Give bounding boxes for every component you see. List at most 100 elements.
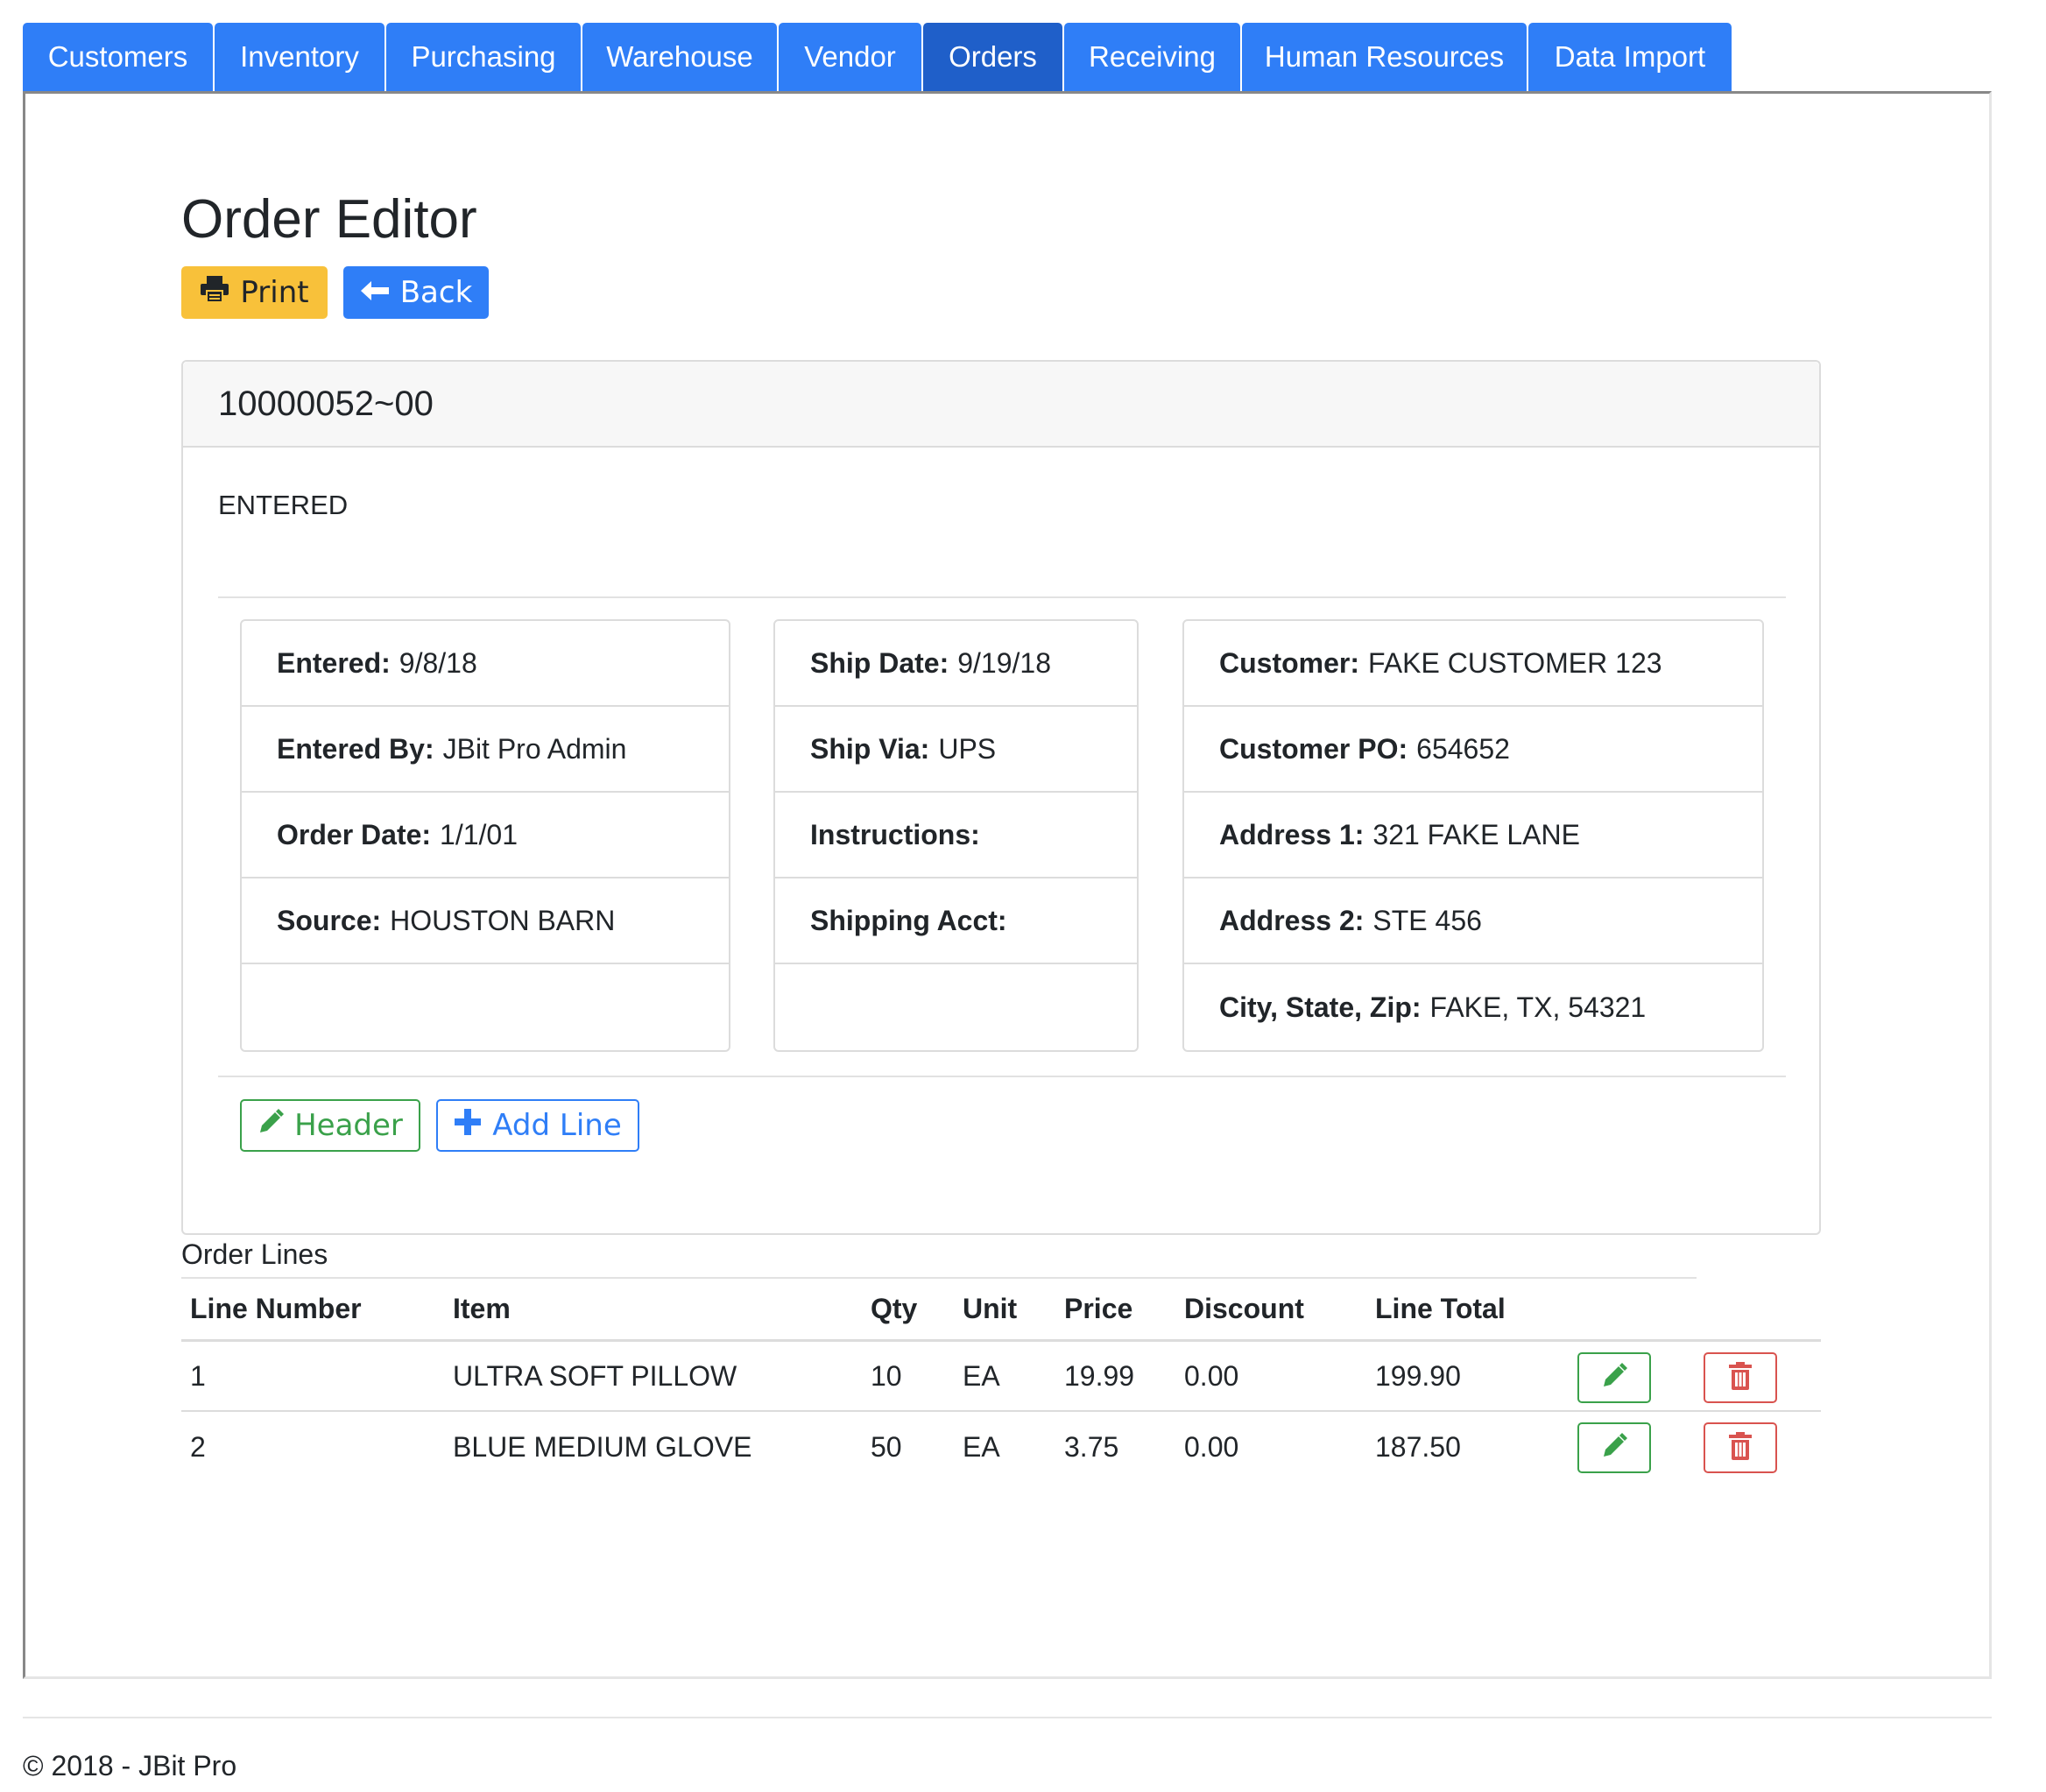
arrow-left-icon [360, 275, 390, 310]
info-empty [775, 964, 1137, 1050]
edit-line-button[interactable] [1577, 1422, 1651, 1473]
info-label: Source: [277, 904, 382, 936]
info-label: Order Date: [277, 818, 432, 850]
delete-line-button[interactable] [1704, 1352, 1777, 1403]
column-header: Discount [1184, 1293, 1304, 1324]
table-row: 1 ULTRA SOFT PILLOW 10 EA 19.99 0.00 199… [181, 1342, 1821, 1412]
tab-warehouse[interactable]: Warehouse [582, 23, 777, 91]
table-cell: 187.50 [1375, 1430, 1461, 1463]
table-cell: EA [963, 1430, 1000, 1463]
table-cell: BLUE MEDIUM GLOVE [453, 1430, 752, 1463]
order-info-shipping: Ship Date: 9/19/18 Ship Via: UPS Instructi… [773, 619, 1139, 1052]
info-ship-via: Ship Via: UPS [775, 707, 1137, 793]
plus-icon [454, 1108, 482, 1144]
trash-icon [1728, 1431, 1753, 1464]
info-label: Shipping Acct: [810, 904, 1007, 936]
info-label: Customer: [1219, 646, 1360, 679]
tab-receiving[interactable]: Receiving [1064, 23, 1240, 91]
info-label: Address 1: [1219, 818, 1365, 850]
info-label: Entered: [277, 646, 391, 679]
print-button-label: Print [240, 275, 309, 310]
divider [218, 1076, 1786, 1077]
column-header: Line Total [1375, 1293, 1506, 1324]
order-lines-caption: Order Lines [181, 1238, 328, 1270]
info-label: Instructions: [810, 818, 980, 850]
print-button[interactable]: Print [181, 266, 328, 319]
edit-header-button[interactable]: Header [240, 1099, 420, 1152]
info-order-date: Order Date: 1/1/01 [242, 793, 729, 878]
divider [218, 596, 1786, 598]
pencil-icon [1601, 1362, 1627, 1393]
info-label: Ship Date: [810, 646, 949, 679]
column-header: Line Number [190, 1293, 362, 1324]
info-label: City, State, Zip: [1219, 991, 1422, 1023]
main-nav-tabs: Customers Inventory Purchasing Warehouse… [23, 23, 1733, 91]
order-number: 10000052~00 [183, 362, 1819, 448]
footer-divider [23, 1717, 1992, 1718]
tab-human-resources[interactable]: Human Resources [1242, 23, 1527, 91]
printer-icon [200, 275, 229, 311]
info-value: UPS [938, 732, 997, 765]
info-address-2: Address 2: STE 456 [1184, 878, 1762, 964]
info-value: HOUSTON BARN [390, 904, 616, 936]
tab-customers[interactable]: Customers [23, 23, 213, 91]
add-line-button[interactable]: Add Line [436, 1099, 639, 1152]
info-value: STE 456 [1372, 904, 1482, 936]
order-info-customer: Customer: FAKE CUSTOMER 123 Customer PO: 6… [1182, 619, 1764, 1052]
column-header: Qty [871, 1293, 918, 1324]
info-address-1: Address 1: 321 FAKE LANE [1184, 793, 1762, 878]
delete-line-button[interactable] [1704, 1422, 1777, 1473]
info-instructions: Instructions: [775, 793, 1137, 878]
column-header: Item [453, 1293, 511, 1324]
info-value: 321 FAKE LANE [1372, 818, 1580, 850]
table-cell: 19.99 [1064, 1359, 1135, 1392]
info-label: Ship Via: [810, 732, 930, 765]
table-cell: 10 [871, 1359, 902, 1392]
info-customer: Customer: FAKE CUSTOMER 123 [1184, 621, 1762, 707]
tab-vendor[interactable]: Vendor [779, 23, 921, 91]
tab-data-import[interactable]: Data Import [1528, 23, 1732, 91]
info-value: 9/8/18 [399, 646, 477, 679]
order-status: ENTERED [218, 490, 349, 520]
edit-line-button[interactable] [1577, 1352, 1651, 1403]
page-title: Order Editor [181, 189, 477, 250]
info-value: 9/19/18 [957, 646, 1051, 679]
tab-orders[interactable]: Orders [923, 23, 1062, 91]
table-cell: 0.00 [1184, 1430, 1239, 1463]
info-customer-po: Customer PO: 654652 [1184, 707, 1762, 793]
tab-purchasing[interactable]: Purchasing [386, 23, 581, 91]
table-row: 2 BLUE MEDIUM GLOVE 50 EA 3.75 0.00 187.… [181, 1412, 1821, 1482]
info-label: Customer PO: [1219, 732, 1408, 765]
info-entered: Entered: 9/8/18 [242, 621, 729, 707]
table-cell: EA [963, 1359, 1000, 1392]
table-cell: 3.75 [1064, 1430, 1119, 1463]
pencil-icon [258, 1108, 285, 1143]
table-cell: 50 [871, 1430, 902, 1463]
table-cell: 0.00 [1184, 1359, 1239, 1392]
table-cell: 2 [190, 1430, 206, 1463]
info-city-state-zip: City, State, Zip: FAKE, TX, 54321 [1184, 964, 1762, 1050]
back-button[interactable]: Back [343, 266, 489, 319]
tab-inventory[interactable]: Inventory [215, 23, 385, 91]
info-shipping-acct: Shipping Acct: [775, 878, 1137, 964]
info-label: Entered By: [277, 732, 434, 765]
pencil-icon [1601, 1432, 1627, 1464]
table-cell: 199.90 [1375, 1359, 1461, 1392]
info-empty [242, 964, 729, 1050]
trash-icon [1728, 1361, 1753, 1394]
back-button-label: Back [399, 275, 473, 310]
add-line-button-label: Add Line [492, 1108, 622, 1143]
table-header-row: Line Number Item Qty Unit Price Discount… [181, 1279, 1821, 1342]
info-ship-date: Ship Date: 9/19/18 [775, 621, 1137, 707]
info-value: JBit Pro Admin [442, 732, 627, 765]
info-source: Source: HOUSTON BARN [242, 878, 729, 964]
order-card: 10000052~00 ENTERED Entered: 9/8/18 Enter… [181, 360, 1821, 1235]
order-info-dates: Entered: 9/8/18 Entered By: JBit Pro Admin… [240, 619, 730, 1052]
info-entered-by: Entered By: JBit Pro Admin [242, 707, 729, 793]
info-label: Address 2: [1219, 904, 1365, 936]
column-header: Price [1064, 1293, 1133, 1324]
info-value: FAKE CUSTOMER 123 [1368, 646, 1662, 679]
info-value: 1/1/01 [440, 818, 519, 850]
column-header: Unit [963, 1293, 1018, 1324]
table-cell: ULTRA SOFT PILLOW [453, 1359, 737, 1392]
